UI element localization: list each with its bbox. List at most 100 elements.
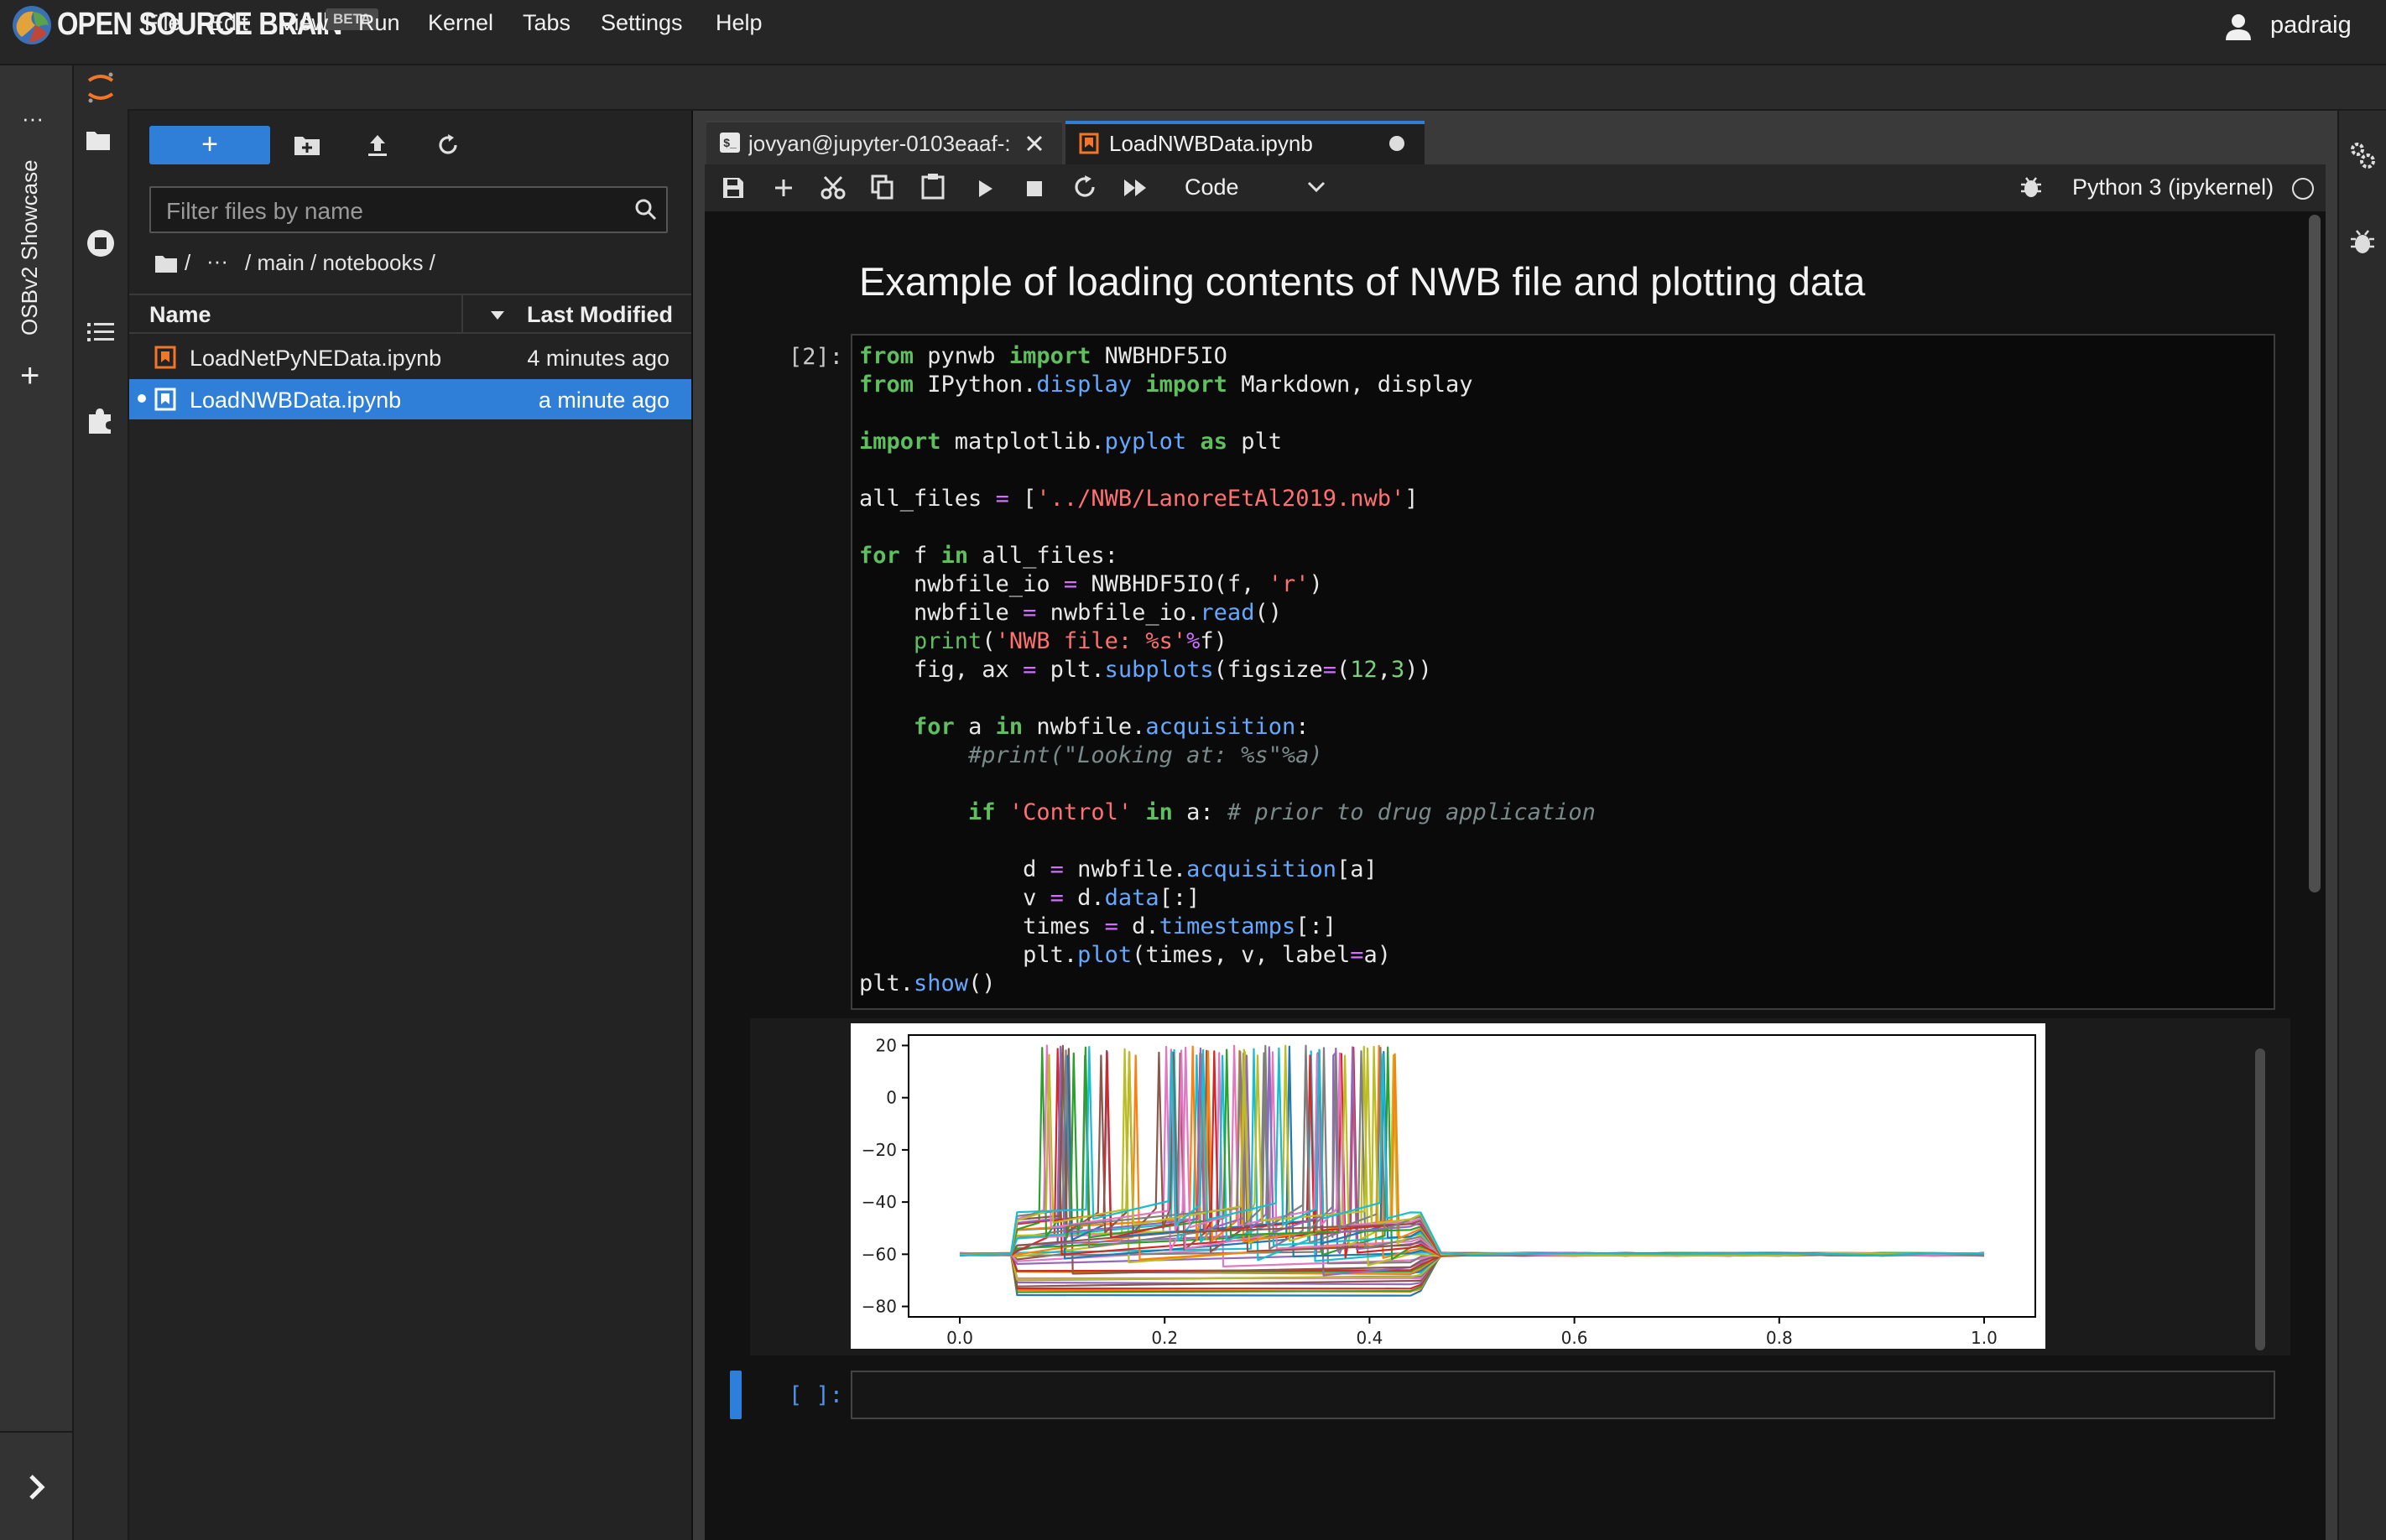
file-name[interactable]: LoadNWBData.ipynb (190, 388, 401, 414)
plot-frame (908, 1034, 2036, 1318)
table-of-contents-icon[interactable] (87, 320, 114, 344)
copy-icon[interactable] (871, 174, 894, 200)
menu-tabs[interactable]: Tabs (523, 10, 570, 36)
unsaved-dot-icon[interactable] (1389, 136, 1404, 151)
tab-notebook[interactable]: LoadNWBData.ipynb (1065, 121, 1425, 166)
menu-settings[interactable]: Settings (601, 10, 683, 36)
filter-files-input[interactable]: Filter files by name (149, 186, 668, 233)
notebook-scrollbar[interactable] (2309, 215, 2321, 892)
empty-cell-prompt: [ ]: (789, 1382, 844, 1408)
user-icon[interactable] (2223, 12, 2253, 42)
voltage-trace-line (959, 1046, 1985, 1259)
refresh-icon[interactable] (436, 133, 460, 158)
new-folder-icon[interactable] (294, 134, 320, 156)
menu-file[interactable]: File (144, 10, 181, 36)
fast-forward-icon[interactable] (1123, 178, 1149, 198)
chevron-down-icon[interactable] (1307, 181, 1326, 193)
file-modified: 4 minutes ago (527, 346, 669, 371)
notebook-file-icon (154, 388, 176, 411)
menu-view[interactable]: View (279, 10, 328, 36)
column-divider (461, 295, 463, 332)
file-row[interactable]: LoadNetPyNEData.ipynb 4 minutes ago (129, 337, 691, 377)
jupyter-logo-icon (87, 72, 114, 103)
x-tick-label: 0.6 (1561, 1328, 1588, 1348)
running-icon[interactable] (86, 228, 116, 258)
file-row-selected[interactable]: LoadNWBData.ipynb a minute ago (129, 379, 691, 419)
code-editor[interactable]: from pynwb import NWBHDF5IO from IPython… (859, 342, 1596, 998)
x-tick-label: 0.4 (1357, 1328, 1383, 1348)
code-cell-prompt: [2]: (789, 344, 844, 370)
add-cell-icon[interactable] (772, 176, 795, 200)
voltage-trace-line (959, 1047, 1985, 1265)
terminal-icon: $_ (720, 133, 740, 153)
new-launcher-button[interactable]: + (149, 126, 270, 164)
debugger-panel-icon[interactable] (2349, 228, 2376, 257)
workspace-label[interactable]: OSBv2 Showcase (17, 159, 43, 336)
close-icon[interactable] (1025, 134, 1044, 153)
chevron-right-icon[interactable] (27, 1473, 47, 1501)
search-icon (635, 199, 657, 221)
breadcrumb-root[interactable]: / (185, 250, 190, 276)
running-dot-icon (138, 394, 146, 403)
voltage-trace-line (959, 1251, 1985, 1281)
notebook-icon (1079, 133, 1099, 154)
save-icon[interactable] (722, 176, 745, 200)
property-inspector-icon[interactable] (2347, 139, 2378, 171)
tab-terminal[interactable]: $_ jovyan@jupyter-0103eaaf-: (706, 121, 1062, 166)
add-workspace-button[interactable]: + (20, 357, 39, 395)
markdown-heading[interactable]: Example of loading contents of NWB file … (859, 258, 1865, 304)
kernel-name[interactable]: Python 3 (ipykernel) (2072, 174, 2274, 200)
cut-icon[interactable] (821, 174, 846, 200)
notebook-file-icon (154, 346, 176, 369)
home-folder-icon[interactable] (154, 253, 178, 273)
upload-icon[interactable] (366, 133, 389, 158)
axes-group: 0.0 0.2 0.4 0.6 0.8 1.0 20 0 −20 −40 −60 −80 (862, 1035, 1998, 1348)
x-tick-label: 0.0 (946, 1328, 973, 1348)
menu-edit[interactable]: Edit (209, 10, 248, 36)
right-sidebar (2337, 111, 2386, 1540)
kernel-status-icon (2292, 178, 2314, 200)
paste-icon[interactable] (921, 173, 945, 200)
tab-label[interactable]: jovyan@jupyter-0103eaaf-: (748, 131, 1015, 157)
y-tick-label: −40 (862, 1192, 897, 1212)
output-scrollbar[interactable] (2255, 1048, 2265, 1350)
empty-code-cell[interactable] (851, 1371, 2275, 1419)
folder-icon[interactable] (86, 129, 111, 151)
menu-kernel[interactable]: Kernel (428, 10, 493, 36)
x-tick-label: 0.2 (1151, 1328, 1178, 1348)
debugger-icon[interactable] (2019, 174, 2044, 200)
voltage-trace-line (959, 1251, 1985, 1288)
y-tick-label: 20 (876, 1035, 897, 1055)
menu-help[interactable]: Help (716, 10, 763, 36)
voltage-trace-line (959, 1044, 1985, 1257)
file-name[interactable]: LoadNetPyNEData.ipynb (190, 346, 441, 372)
column-last-modified[interactable]: Last Modified (527, 302, 673, 328)
sort-arrow-icon[interactable] (490, 310, 505, 320)
x-tick-label: 0.8 (1766, 1328, 1793, 1348)
y-tick-label: −80 (862, 1297, 897, 1317)
breadcrumb-ellipsis[interactable]: ··· (206, 248, 228, 274)
tab-label[interactable]: LoadNWBData.ipynb (1109, 131, 1313, 157)
menu-run[interactable]: Run (358, 10, 400, 36)
sidebar-divider (0, 1431, 72, 1433)
y-tick-label: 0 (886, 1088, 897, 1108)
file-modified: a minute ago (538, 388, 669, 413)
column-name[interactable]: Name (149, 302, 211, 328)
traces-group (959, 1044, 1985, 1297)
voltage-trace-line (959, 1251, 1985, 1282)
voltage-trace-line (959, 1045, 1985, 1260)
extension-icon[interactable] (86, 406, 114, 434)
breadcrumb-path[interactable]: / main / notebooks / (245, 250, 435, 276)
user-name[interactable]: padraig (2270, 12, 2352, 39)
voltage-trace-plot: 0.0 0.2 0.4 0.6 0.8 1.0 20 0 −20 −40 −60 −80 (851, 1023, 2045, 1349)
run-icon[interactable] (977, 178, 995, 200)
restart-icon[interactable] (1072, 174, 1097, 200)
y-tick-label: −20 (862, 1140, 897, 1160)
y-tick-label: −60 (862, 1244, 897, 1264)
voltage-trace-line (960, 1252, 1985, 1280)
brain-logo (13, 6, 51, 44)
cell-type-select[interactable]: Code (1185, 174, 1239, 200)
stop-icon[interactable] (1025, 179, 1044, 198)
active-cell-indicator (730, 1371, 742, 1419)
more-options-icon[interactable]: ··· (22, 106, 44, 132)
